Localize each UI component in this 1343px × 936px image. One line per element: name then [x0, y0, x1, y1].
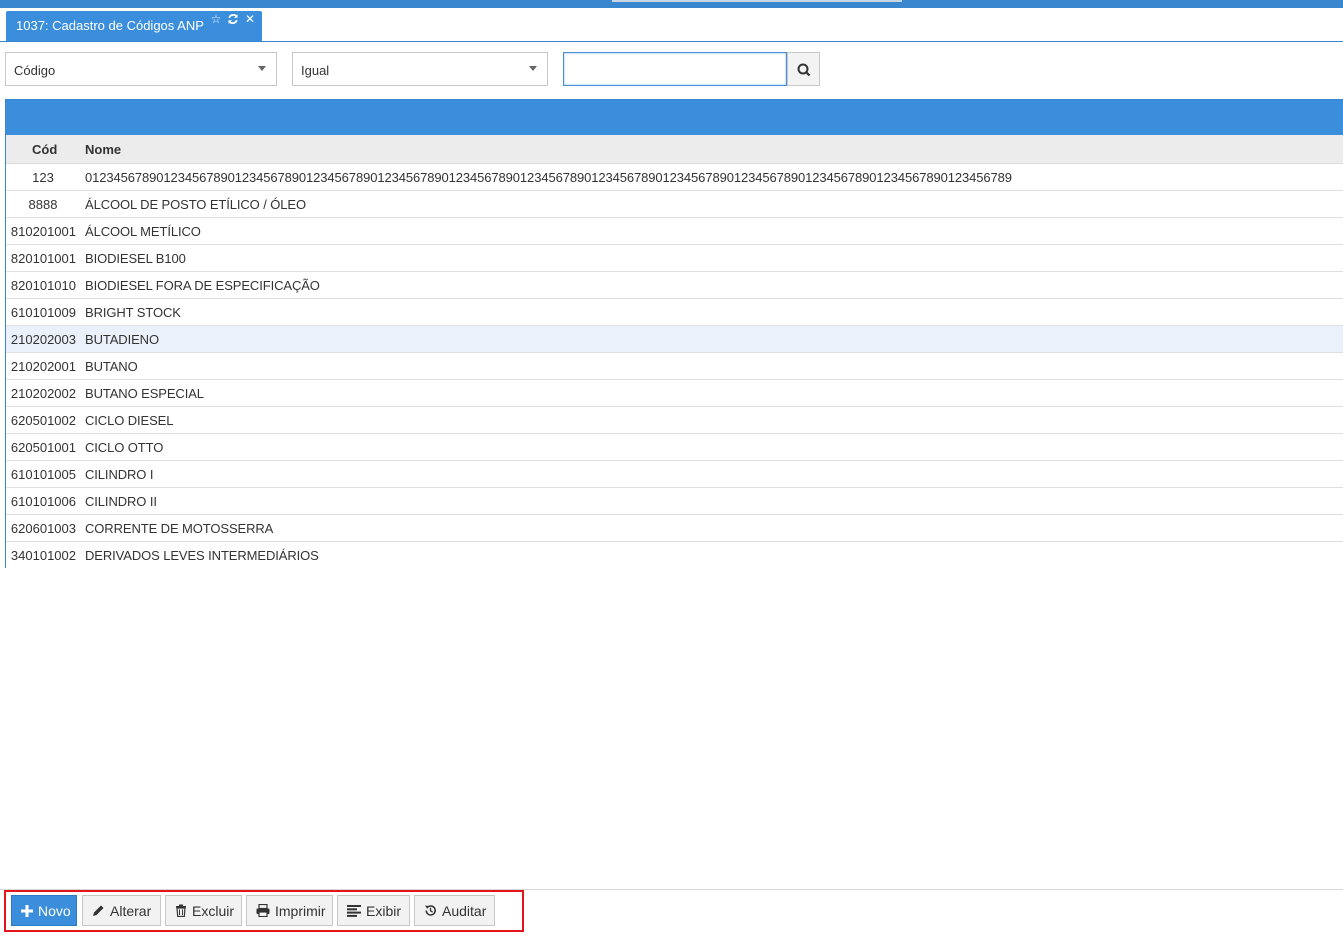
cell-nome: BRIGHT STOCK [85, 305, 181, 320]
trash-icon [175, 904, 187, 918]
pencil-icon [92, 904, 105, 918]
table-row[interactable]: 123 0123456789012345678901234567890123456… [6, 164, 1343, 191]
cell-cod: 620501001 [10, 440, 76, 455]
cell-cod: 8888 [28, 197, 58, 212]
exibir-label: Exibir [366, 902, 402, 919]
cell-nome: BUTANO [85, 359, 138, 374]
tab-title: 1037: Cadastro de Códigos ANP [16, 18, 204, 33]
imprimir-button[interactable]: Imprimir [246, 895, 333, 926]
close-icon[interactable]: ✕ [244, 13, 256, 25]
top-bar [0, 0, 1343, 8]
excluir-button[interactable]: Excluir [165, 895, 242, 926]
chevron-down-icon [258, 66, 266, 71]
table-row[interactable]: 620501002 CICLO DIESEL [6, 407, 1343, 434]
table-row[interactable]: 210202002 BUTANO ESPECIAL [6, 380, 1343, 407]
operator-select-value: Igual [301, 63, 330, 78]
table-row[interactable]: 8888 ÁLCOOL DE POSTO ETÍLICO / ÓLEO [6, 191, 1343, 218]
field-select[interactable]: Código [5, 52, 277, 86]
cell-nome: BIODIESEL FORA DE ESPECIFICAÇÃO [85, 278, 320, 293]
cell-nome: DERIVADOS LEVES INTERMEDIÁRIOS [85, 548, 319, 563]
operator-select[interactable]: Igual [292, 52, 548, 86]
auditar-label: Auditar [442, 902, 487, 919]
table-row[interactable]: 340101002 DERIVADOS LEVES INTERMEDIÁRIOS [6, 542, 1343, 569]
cell-cod: 610101005 [10, 467, 76, 482]
alterar-label: Alterar [110, 902, 152, 919]
cell-nome: CILINDRO II [85, 494, 157, 509]
grid-column-header: Cód Nome [6, 135, 1343, 164]
cell-nome: BUTADIENO [85, 332, 159, 347]
cell-cod: 123 [32, 170, 54, 185]
tab-strip: 1037: Cadastro de Códigos ANP ☆ ✕ [0, 8, 1343, 42]
cell-cod: 340101002 [10, 548, 76, 563]
tab-cadastro-codigos-anp[interactable]: 1037: Cadastro de Códigos ANP ☆ ✕ [6, 11, 262, 41]
imprimir-label: Imprimir [275, 902, 326, 919]
cell-nome: ÁLCOOL DE POSTO ETÍLICO / ÓLEO [85, 197, 306, 212]
cell-cod: 210202001 [10, 359, 76, 374]
table-row-highlighted[interactable]: 210202003 BUTADIENO [6, 326, 1343, 353]
alterar-button[interactable]: Alterar [82, 895, 161, 926]
column-header-cod[interactable]: Cód [32, 142, 57, 157]
table-row[interactable]: 620501001 CICLO OTTO [6, 434, 1343, 461]
table-row[interactable]: 210202001 BUTANO [6, 353, 1343, 380]
cell-cod: 210202002 [10, 386, 76, 401]
search-button[interactable] [787, 52, 820, 86]
cell-nome: 0123456789012345678901234567890123456789… [85, 170, 1012, 185]
table-row[interactable]: 820101001 BIODIESEL B100 [6, 245, 1343, 272]
column-header-nome[interactable]: Nome [85, 142, 121, 157]
table-row[interactable]: 810201001 ÁLCOOL METÍLICO [6, 218, 1343, 245]
cell-nome: CILINDRO I [85, 467, 154, 482]
cell-nome: CICLO DIESEL [85, 413, 174, 428]
star-icon[interactable]: ☆ [210, 13, 222, 25]
novo-button[interactable]: Novo [11, 895, 77, 926]
cell-cod: 210202003 [10, 332, 76, 347]
table-row[interactable]: 820101010 BIODIESEL FORA DE ESPECIFICAÇÃO [6, 272, 1343, 299]
cell-cod: 620501002 [10, 413, 76, 428]
chevron-down-icon [529, 66, 537, 71]
cell-cod: 820101001 [10, 251, 76, 266]
top-scroll-thumb[interactable] [612, 0, 902, 2]
search-icon [797, 63, 811, 77]
cell-nome: BIODIESEL B100 [85, 251, 186, 266]
table-row[interactable]: 610101005 CILINDRO I [6, 461, 1343, 488]
cell-cod: 820101010 [10, 278, 76, 293]
field-select-value: Código [14, 63, 56, 78]
auditar-button[interactable]: Auditar [414, 895, 495, 926]
exibir-button[interactable]: Exibir [337, 895, 410, 926]
excluir-label: Excluir [192, 902, 235, 919]
align-left-icon [347, 904, 361, 918]
refresh-icon[interactable] [227, 13, 239, 25]
data-grid: Cód Nome 123 0123456789012345678901234567… [5, 99, 1343, 569]
history-icon [424, 904, 437, 918]
cell-cod: 610101006 [10, 494, 76, 509]
search-input[interactable] [563, 52, 787, 86]
cell-cod: 620601003 [10, 521, 76, 536]
novo-label: Novo [38, 902, 71, 919]
plus-icon [21, 904, 33, 918]
grid-header-bar [6, 100, 1343, 135]
cell-nome: CICLO OTTO [85, 440, 164, 455]
cell-nome: ÁLCOOL METÍLICO [85, 224, 201, 239]
table-row[interactable]: 610101006 CILINDRO II [6, 488, 1343, 515]
cell-nome: BUTANO ESPECIAL [85, 386, 204, 401]
printer-icon [256, 904, 270, 918]
cell-cod: 810201001 [10, 224, 76, 239]
cell-nome: CORRENTE DE MOTOSSERRA [85, 521, 274, 536]
table-row[interactable]: 620601003 CORRENTE DE MOTOSSERRA [6, 515, 1343, 542]
table-row[interactable]: 610101009 BRIGHT STOCK [6, 299, 1343, 326]
cell-cod: 610101009 [10, 305, 76, 320]
